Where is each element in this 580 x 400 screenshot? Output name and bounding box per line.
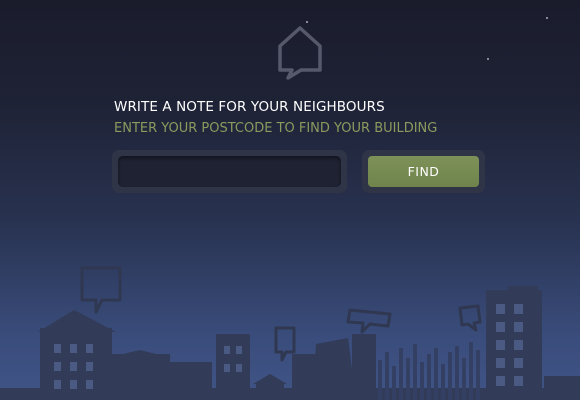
city-skyline-illustration	[0, 266, 580, 400]
right-tower-top	[508, 286, 538, 292]
speech-bubble-small	[274, 326, 296, 362]
right-edge-building	[544, 376, 580, 400]
low-building	[108, 354, 170, 400]
speech-bubble-wide	[346, 308, 392, 334]
small-house-roof	[253, 374, 287, 384]
left-building-roof	[38, 310, 116, 332]
speech-bubble-large	[80, 266, 122, 314]
small-building	[166, 362, 212, 400]
speech-bubble-tilted	[458, 304, 482, 332]
tilted-building	[312, 338, 356, 400]
tower-building	[216, 334, 250, 400]
narrow-building	[352, 334, 376, 400]
small-house	[256, 382, 284, 400]
